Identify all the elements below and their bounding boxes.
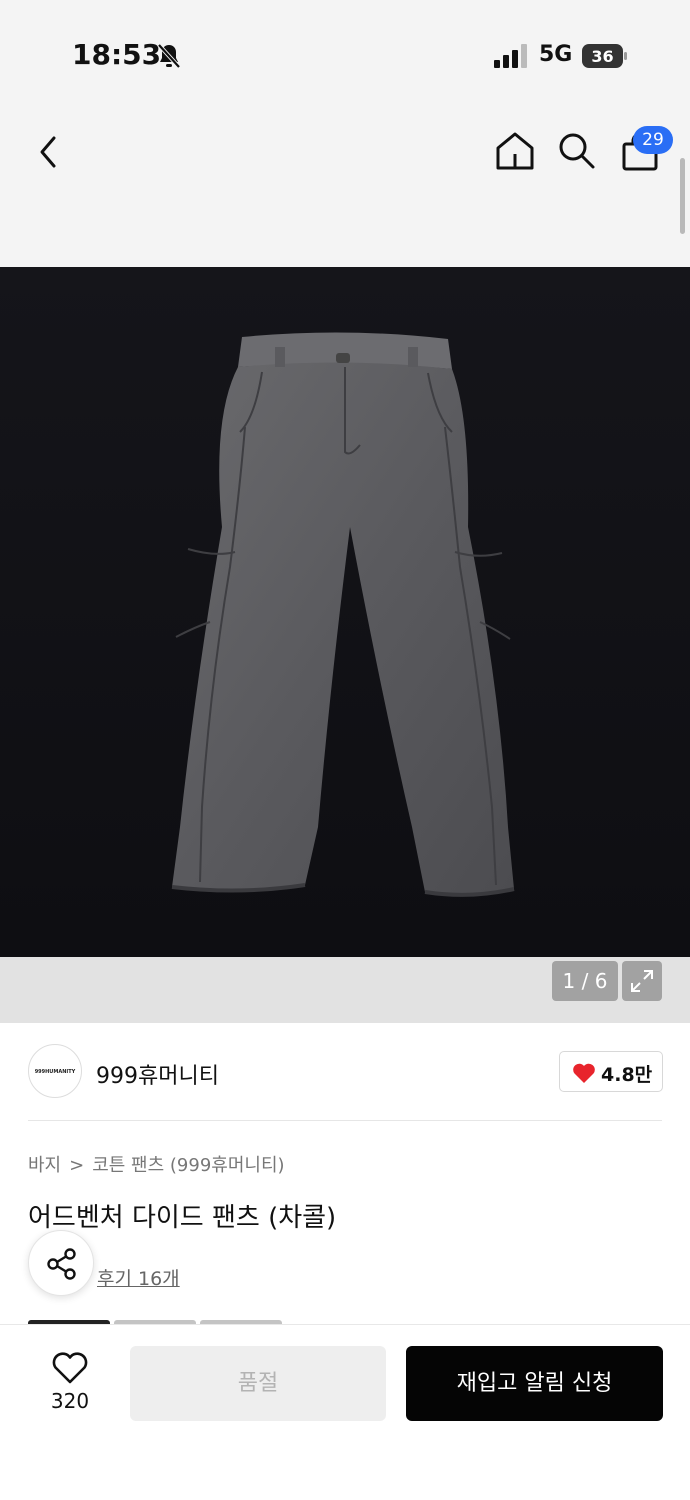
soldout-button[interactable]: 품절: [130, 1346, 386, 1421]
product-image[interactable]: [0, 267, 690, 957]
status-time: 18:53: [72, 38, 162, 71]
divider: [28, 1120, 662, 1121]
expand-icon: [631, 970, 653, 992]
heart-outline-icon: [52, 1352, 88, 1384]
gallery-footer: 1 / 6: [0, 957, 690, 1023]
review-count-link[interactable]: 후기 16개: [97, 1264, 180, 1291]
battery-icon: 36: [582, 44, 627, 68]
bell-muted-icon: [157, 43, 181, 69]
network-label: 5G: [539, 42, 573, 67]
breadcrumb: 바지 > 코튼 팬츠 (999휴머니티): [28, 1151, 285, 1177]
wishlist-button[interactable]: 320: [38, 1347, 102, 1417]
pants-photo: [0, 267, 690, 957]
brand-like-count: 4.8만: [601, 1064, 653, 1086]
product-title: 어드벤처 다이드 팬츠 (차콜): [28, 1203, 337, 1233]
home-icon[interactable]: [494, 130, 536, 172]
breadcrumb-separator: >: [69, 1155, 85, 1176]
battery-level: 36: [591, 47, 613, 66]
scrollbar[interactable]: [680, 158, 685, 234]
breadcrumb-subcategory[interactable]: 코튼 팬츠 (999휴머니티): [92, 1155, 284, 1176]
back-arrow-icon[interactable]: [30, 130, 68, 174]
share-icon: [47, 1248, 76, 1280]
expand-image-button[interactable]: [622, 961, 662, 1001]
top-navigation: 29: [0, 100, 690, 267]
search-icon[interactable]: [556, 130, 596, 170]
brand-name[interactable]: 999휴머니티: [96, 1058, 219, 1090]
signal-icon: [494, 44, 527, 68]
status-bar: 18:53 5G 36: [0, 0, 690, 100]
heart-filled-icon: [573, 1063, 595, 1083]
bottom-action-bar: 320 품절 재입고 알림 신청: [0, 1324, 690, 1500]
image-counter: 1 / 6: [552, 961, 618, 1001]
brand-like-button[interactable]: 4.8만: [559, 1051, 663, 1092]
wishlist-count: 320: [50, 1389, 90, 1413]
restock-alert-button[interactable]: 재입고 알림 신청: [406, 1346, 663, 1421]
cart-count-badge: 29: [633, 126, 673, 154]
brand-logo[interactable]: 999HUMANITY: [28, 1044, 82, 1098]
share-button[interactable]: [28, 1230, 94, 1296]
breadcrumb-category[interactable]: 바지: [28, 1155, 61, 1176]
